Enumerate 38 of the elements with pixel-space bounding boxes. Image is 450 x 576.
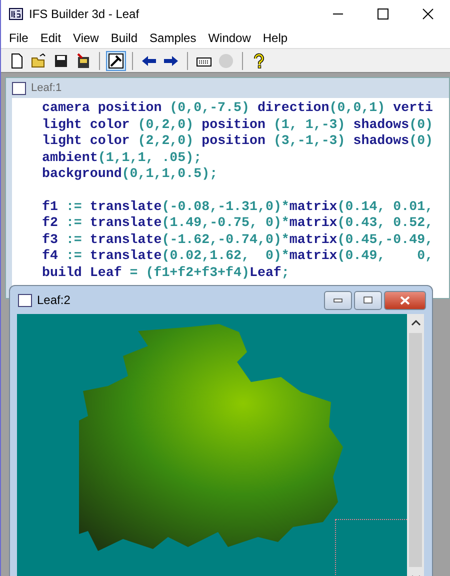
code-line: build Leaf = (f1+f2+f3+f4)Leaf; <box>42 264 290 281</box>
code-line: camera position (0,0,-7.5) direction(0,0,1) verti <box>42 100 434 116</box>
code-line: f3 := translate(-1.62,-0.74,0)*matrix(0.45,-0.49, <box>42 232 434 248</box>
close-icon <box>422 8 434 20</box>
vertical-scrollbar[interactable] <box>407 314 424 576</box>
window-title: IFS Builder 3d - Leaf <box>29 7 140 21</box>
menu-item[interactable]: Help <box>256 31 294 45</box>
code-line: light color (2,2,0) position (3,-1,-3) shadows(0) <box>42 133 434 150</box>
menu-item[interactable]: Build <box>104 31 144 45</box>
document-icon <box>18 294 32 306</box>
restore-icon <box>363 296 373 304</box>
minimize-icon <box>333 297 343 303</box>
app-logo-icon <box>9 8 23 20</box>
code-line: light color (0,2,0) position (1, 1,-3) shadows(0) <box>42 116 434 133</box>
folder-icon <box>31 52 47 68</box>
stop-icon <box>218 52 234 68</box>
close-icon <box>400 296 410 304</box>
build-button[interactable] <box>106 50 126 70</box>
minimize-button[interactable] <box>324 290 352 310</box>
floppy-disk-icon <box>75 52 91 68</box>
code-line: f1 := translate(-0.08,-1.31,0)*matrix(0.14, 0.01, <box>42 198 434 215</box>
document-icon <box>9 52 25 68</box>
menu-item[interactable]: Samples <box>144 31 202 45</box>
editor-title: Leaf:1 <box>31 82 62 94</box>
menu-item[interactable]: File <box>3 31 34 45</box>
viewer-title: Leaf:2 <box>37 293 72 307</box>
menu-item[interactable]: View <box>67 31 105 45</box>
menu-item[interactable]: Window <box>202 31 257 45</box>
document-icon <box>12 82 26 94</box>
restore-button[interactable] <box>354 290 382 310</box>
code-line: ambient(1,1,1, .05); <box>42 150 203 166</box>
code-line: f2 := translate(1.49,-0.75, 0)*matrix(0.43, 0.52, <box>42 215 434 232</box>
menu-item[interactable]: Edit <box>34 31 68 45</box>
code-line: background(0,1,1,0.5); <box>42 166 219 182</box>
hammer-icon <box>108 52 124 68</box>
code-line: f4 := translate(0.02,1.62, 0)*matrix(0.49, 0, <box>42 248 434 264</box>
question-mark-icon <box>251 52 267 68</box>
maximize-icon <box>376 8 388 20</box>
